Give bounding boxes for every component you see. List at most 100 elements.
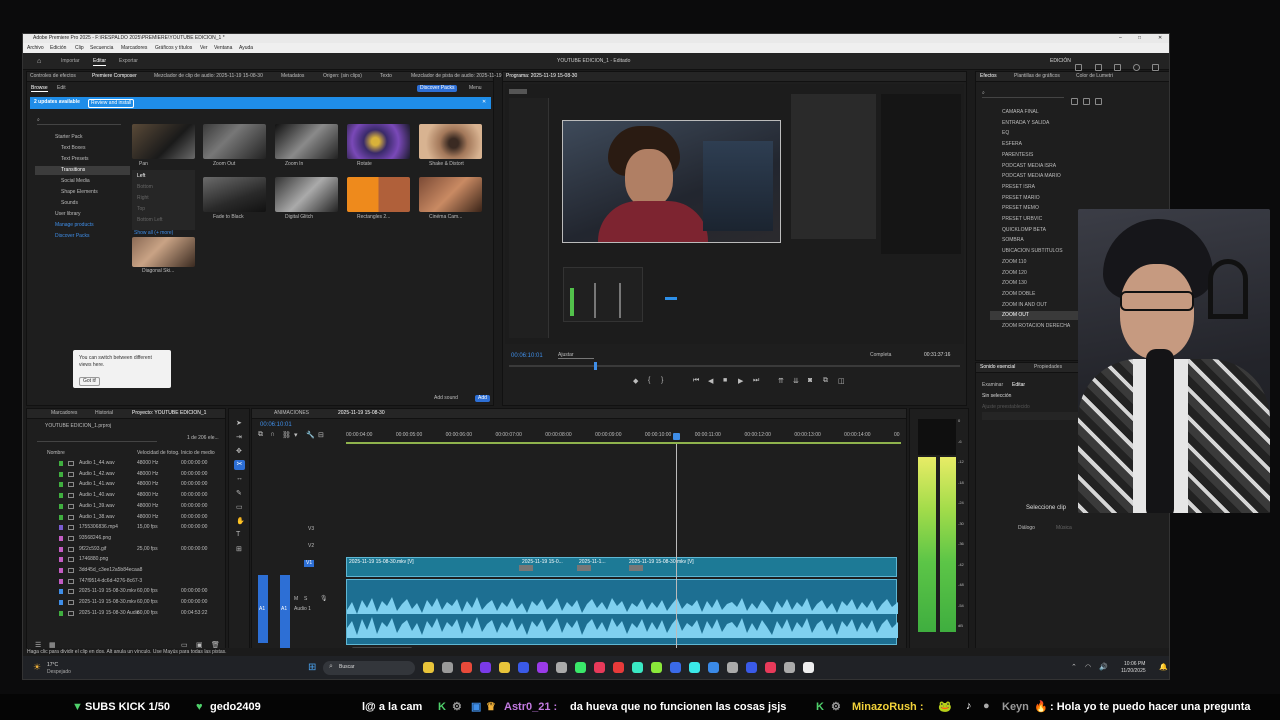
snap-icon[interactable]: ∩	[270, 431, 275, 438]
table-row[interactable]: 2025-11-19 15-08-30 Audio 60,00 fps 00:04:…	[27, 609, 225, 619]
taskbar-app-icon[interactable]	[727, 662, 738, 673]
taskbar-app-icon[interactable]	[480, 662, 491, 673]
menu-marcadores[interactable]: Marcadores	[121, 46, 147, 51]
slip-tool-icon[interactable]: ↔	[236, 475, 243, 482]
composer-search-input[interactable]: ⌕	[37, 117, 121, 125]
menu-graficos[interactable]: Gráficos y títulos	[155, 46, 192, 51]
preset-item[interactable]: PRESET MARIO	[1002, 195, 1040, 201]
thumb-zoom-out[interactable]	[203, 124, 266, 159]
table-row[interactable]: 9f22c593.gif 25,00 fps 00:00:00:00	[27, 545, 225, 555]
camera-icon[interactable]: ◙	[808, 377, 812, 384]
table-row[interactable]: 1755306836.mp4 15,00 fps 00:00:00:00	[27, 523, 225, 533]
thumb-fade-black[interactable]	[203, 177, 266, 212]
tab-examinar[interactable]: Examinar	[982, 383, 1003, 388]
maximize-icon[interactable]: □	[1138, 36, 1141, 41]
preset-item[interactable]: ZOOM DOBLE	[1002, 291, 1035, 297]
tab-editar-sound[interactable]: Editar	[1012, 383, 1025, 388]
preset-item[interactable]: UBICACION SUBTITULOS	[1002, 249, 1063, 254]
tab-history[interactable]: Historial	[95, 411, 113, 416]
tab-project[interactable]: Proyecto: YOUTUBE EDICION_1	[132, 411, 206, 416]
tab-text[interactable]: Texto	[380, 74, 392, 79]
taskbar-app-icon[interactable]	[537, 662, 548, 673]
program-scrubber[interactable]	[509, 362, 960, 370]
taskbar-app-icon[interactable]	[575, 662, 586, 673]
menu-ayuda[interactable]: Ayuda	[239, 46, 253, 51]
menu-clip[interactable]: Clip	[75, 46, 84, 51]
rectangle-tool-icon[interactable]: ▭	[236, 503, 243, 511]
playhead-handle[interactable]	[673, 433, 680, 440]
in-point-icon[interactable]: {	[648, 377, 650, 384]
table-row[interactable]: Audio 1_41.wav 48000 Hz 00:00:00:00	[27, 480, 225, 490]
track-select-icon[interactable]: ⇥	[236, 433, 242, 441]
tab-browse[interactable]: Browse	[31, 86, 48, 92]
caption-tool-icon[interactable]: ⊞	[236, 545, 242, 553]
tree-manage-products[interactable]: Manage products	[55, 223, 94, 228]
preset-item[interactable]: QUICKLOMP BETA	[1002, 227, 1046, 233]
preset-item[interactable]: ENTRADA Y SALIDA	[1002, 120, 1049, 126]
dialog-button[interactable]: Diálogo	[1018, 526, 1035, 531]
audio-clip-a1[interactable]	[346, 579, 898, 645]
preset-item[interactable]: PARENTESIS	[1002, 152, 1033, 158]
menu-secuencia[interactable]: Secuencia	[90, 46, 113, 51]
tab-premiere-composer[interactable]: Premiere Composer	[92, 74, 137, 79]
menu-edicion[interactable]: Edición	[50, 46, 66, 51]
taskbar-app-icon[interactable]	[746, 662, 757, 673]
pan-left[interactable]: Left	[137, 174, 145, 179]
compare-icon[interactable]: ⧉	[823, 377, 828, 385]
music-button[interactable]: Música	[1056, 526, 1072, 531]
col-rate[interactable]: Velocidad de fotog.	[137, 451, 180, 456]
volume-icon[interactable]: 🔊	[1099, 663, 1108, 671]
tree-text-boxes[interactable]: Text Boxes	[61, 146, 85, 151]
taskbar-app-icon[interactable]	[670, 662, 681, 673]
network-icon[interactable]: ◠	[1085, 663, 1091, 671]
thumb-zoom-in[interactable]	[275, 124, 338, 159]
thumb-cinema-cam[interactable]	[419, 177, 482, 212]
taskbar-app-icon[interactable]	[594, 662, 605, 673]
taskbar-app-icon[interactable]	[632, 662, 643, 673]
add-marker-icon[interactable]: ▾	[294, 431, 298, 439]
linked-icon[interactable]: ⛓	[282, 431, 291, 439]
taskbar-app-icon[interactable]	[461, 662, 472, 673]
thumb-diagonal[interactable]	[132, 237, 195, 267]
table-row[interactable]: 2025-11-19 15-08-30.mkv 60,00 fps 00:00:00…	[27, 598, 225, 608]
pan-top[interactable]: Top	[137, 207, 145, 212]
tab-edit[interactable]: Edit	[57, 86, 66, 91]
preset-item[interactable]: CAMARA FINAL	[1002, 110, 1039, 115]
tree-text-presets[interactable]: Text Presets	[61, 157, 89, 162]
show-all-link[interactable]: Show all (+ more)	[134, 231, 173, 236]
table-row[interactable]: 3dd45d_c3ee12a5b84ecaa8	[27, 566, 225, 576]
tab-sequence[interactable]: 2025-11-19 15-08-30	[338, 411, 385, 416]
preset-item[interactable]: SOMBRA	[1002, 238, 1024, 243]
taskbar-app-icon[interactable]	[784, 662, 795, 673]
menu-ver[interactable]: Ver	[200, 46, 208, 51]
tab-essential-sound[interactable]: Sonido esencial	[980, 365, 1015, 370]
tab-properties[interactable]: Propiedades	[1034, 365, 1062, 370]
table-row[interactable]: Audio 1_38.wav 48000 Hz 00:00:00:00	[27, 513, 225, 523]
lift-icon[interactable]: ⇈	[778, 377, 784, 385]
scrubber-handle[interactable]	[594, 362, 597, 370]
table-row[interactable]: 93568246.png	[27, 534, 225, 544]
thumb-rectangles[interactable]	[347, 177, 410, 212]
mute-icon[interactable]: M	[294, 597, 298, 602]
tree-discover-packs[interactable]: Discover Packs	[55, 234, 89, 239]
ripple-edit-icon[interactable]: ✥	[236, 447, 242, 455]
preset-item[interactable]: PODCAST MEDIA MARIO	[1002, 174, 1061, 179]
tab-markers[interactable]: Marcadores	[51, 411, 77, 416]
pan-bottom-left[interactable]: Bottom Left	[137, 218, 163, 223]
extract-icon[interactable]: ⇊	[793, 377, 799, 385]
taskbar-app-icon[interactable]	[518, 662, 529, 673]
hand-tool-icon[interactable]: ✋	[236, 517, 245, 525]
preset-item[interactable]: ZOOM 120	[1002, 270, 1027, 276]
taskbar-app-icon[interactable]	[803, 662, 814, 673]
start-icon[interactable]: ⊞	[308, 662, 316, 673]
tree-sounds[interactable]: Sounds	[61, 201, 78, 206]
col-name[interactable]: Nombre	[47, 451, 65, 456]
thumb-rotate[interactable]	[347, 124, 410, 159]
step-back-icon[interactable]: ◀	[708, 377, 713, 385]
table-row[interactable]: 2025-11-19 15-08-30.mkv 60,00 fps 00:00:00…	[27, 587, 225, 597]
close-banner-icon[interactable]: ✕	[482, 100, 486, 105]
col-start[interactable]: Inicio de medio	[181, 451, 215, 456]
pan-bottom[interactable]: Bottom	[137, 185, 153, 190]
tab-metadata[interactable]: Metadatos	[281, 74, 304, 79]
home-icon[interactable]: ⌂	[37, 58, 41, 65]
